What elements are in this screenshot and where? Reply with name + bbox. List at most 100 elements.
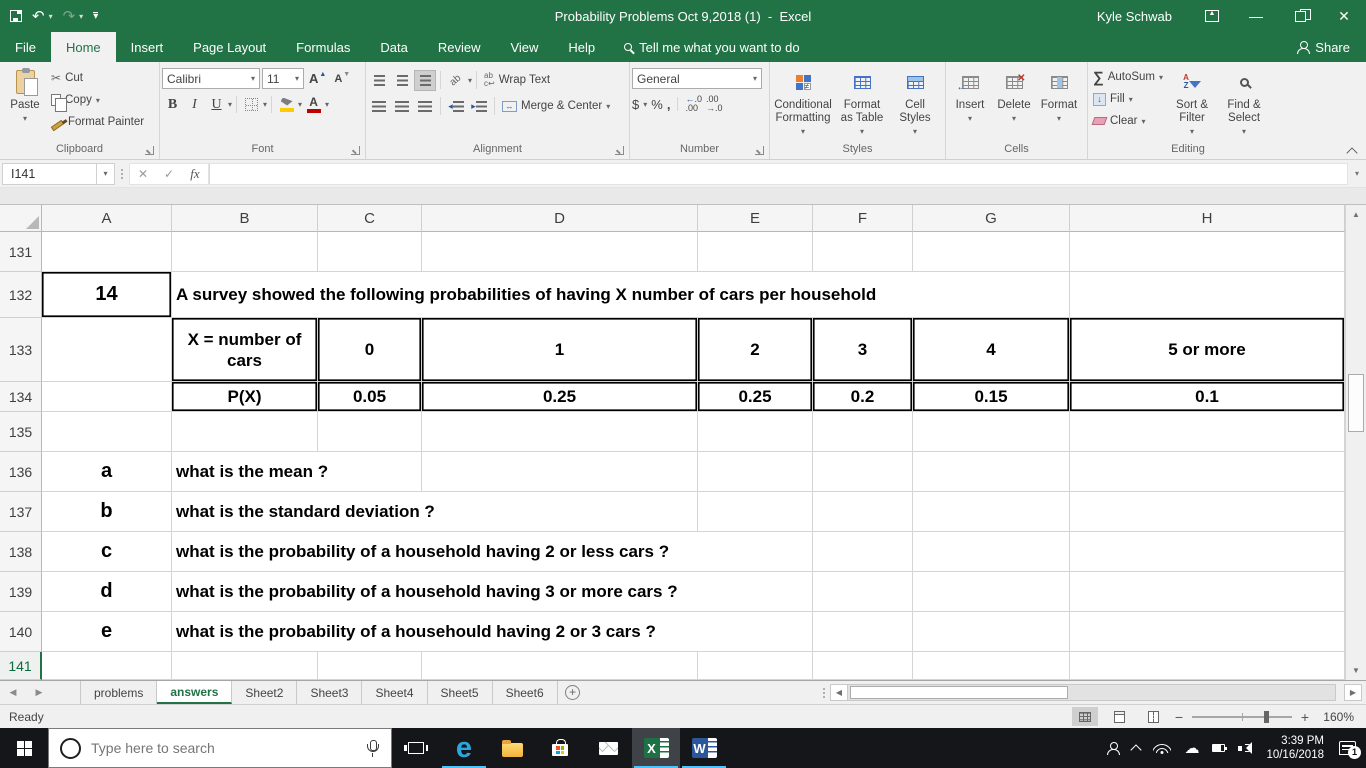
ribbon-tab-view[interactable]: View: [495, 32, 553, 62]
cell-F133[interactable]: 3: [813, 318, 913, 382]
cell-H141[interactable]: [1070, 652, 1345, 680]
comma-style-button[interactable]: ,: [667, 97, 671, 112]
font-size-select[interactable]: 11 ▾: [262, 68, 304, 89]
cell-B138[interactable]: what is the probability of a household h…: [172, 532, 813, 572]
taskbar-word[interactable]: W: [680, 728, 728, 768]
page-break-view-button[interactable]: [1140, 707, 1166, 726]
orientation-button[interactable]: ab: [445, 70, 467, 91]
cell-A136[interactable]: a: [42, 452, 172, 492]
row-header-131[interactable]: 131: [0, 232, 42, 272]
cell-A133[interactable]: [42, 318, 172, 382]
taskbar-clock[interactable]: 3:39 PM 10/16/2018: [1266, 734, 1324, 762]
autosum-button[interactable]: ∑ AutoSum ▾: [1090, 66, 1166, 88]
cell-D135[interactable]: [422, 412, 698, 452]
cell-G131[interactable]: [913, 232, 1070, 272]
number-dialog-launcher-icon[interactable]: [755, 146, 764, 155]
cell-F139[interactable]: [813, 572, 913, 612]
normal-view-button[interactable]: [1072, 707, 1098, 726]
cell-F134[interactable]: 0.2: [813, 382, 913, 412]
cell-G134[interactable]: 0.15: [913, 382, 1070, 412]
cell-D141[interactable]: [422, 652, 698, 680]
horizontal-scrollbar[interactable]: ◀ ▶: [830, 681, 1362, 704]
cell-H140[interactable]: [1070, 612, 1345, 652]
cell-E135[interactable]: [698, 412, 813, 452]
task-view-button[interactable]: [392, 728, 440, 768]
cell-G133[interactable]: 4: [913, 318, 1070, 382]
align-right-button[interactable]: [414, 96, 436, 117]
merge-center-button[interactable]: ↔ Merge & Center ▾: [499, 95, 613, 117]
ribbon-tab-page-layout[interactable]: Page Layout: [178, 32, 281, 62]
previous-sheet-icon[interactable]: ◀: [0, 681, 26, 704]
cell-B131[interactable]: [172, 232, 318, 272]
confirm-entry-icon[interactable]: ✓: [156, 167, 182, 181]
action-center-icon[interactable]: 1: [1339, 741, 1361, 759]
font-dialog-launcher-icon[interactable]: [351, 146, 360, 155]
accounting-dropdown-icon[interactable]: ▾: [643, 100, 647, 109]
sheet-tab-sheet2[interactable]: Sheet2: [232, 681, 298, 704]
bottom-align-button[interactable]: [414, 69, 436, 91]
fill-color-dropdown-icon[interactable]: ▾: [298, 100, 302, 109]
font-color-button[interactable]: A: [303, 94, 324, 115]
sheet-tab-sheet3[interactable]: Sheet3: [297, 681, 363, 704]
cell-G141[interactable]: [913, 652, 1070, 680]
cell-F141[interactable]: [813, 652, 913, 680]
cell-H137[interactable]: [1070, 492, 1345, 532]
cancel-entry-icon[interactable]: ✕: [130, 167, 156, 181]
cell-D134[interactable]: 0.25: [422, 382, 698, 412]
sort-filter-button[interactable]: AZ Sort & Filter ▾: [1166, 64, 1218, 138]
ribbon-tab-data[interactable]: Data: [365, 32, 422, 62]
ribbon-display-options-button[interactable]: ▲: [1190, 0, 1234, 32]
sheet-tab-sheet6[interactable]: Sheet6: [493, 681, 558, 704]
vertical-scroll-track[interactable]: [1346, 224, 1366, 661]
underline-button[interactable]: U: [206, 94, 227, 115]
borders-button[interactable]: [241, 94, 262, 115]
ribbon-tab-help[interactable]: Help: [553, 32, 610, 62]
percent-style-button[interactable]: %: [651, 97, 663, 112]
conditional-formatting-button[interactable]: ≠ Conditional Formatting ▾: [772, 64, 834, 138]
redo-dropdown-icon[interactable]: ▾: [79, 12, 83, 21]
clipboard-dialog-launcher-icon[interactable]: [145, 146, 154, 155]
cell-styles-button[interactable]: Cell Styles ▾: [890, 64, 940, 138]
cell-F138[interactable]: [813, 532, 913, 572]
format-cells-button[interactable]: Format ▾: [1036, 64, 1082, 125]
horizontal-scroll-thumb[interactable]: [850, 686, 1068, 699]
cell-A134[interactable]: [42, 382, 172, 412]
wrap-text-button[interactable]: ab c↩ Wrap Text: [481, 69, 553, 91]
cell-A141[interactable]: [42, 652, 172, 680]
cell-A135[interactable]: [42, 412, 172, 452]
row-header-132[interactable]: 132: [0, 272, 42, 318]
taskbar-mail[interactable]: [584, 728, 632, 768]
zoom-out-button[interactable]: −: [1174, 709, 1184, 725]
wifi-icon[interactable]: [1153, 742, 1172, 754]
share-button[interactable]: Share: [1296, 32, 1366, 62]
taskbar-file-explorer[interactable]: [488, 728, 536, 768]
row-header-135[interactable]: 135: [0, 412, 42, 452]
formula-bar-divider[interactable]: [115, 168, 129, 179]
fill-color-button[interactable]: [276, 94, 297, 115]
italic-button[interactable]: I: [184, 94, 205, 115]
cell-C141[interactable]: [318, 652, 422, 680]
onedrive-cloud-icon[interactable]: ☁: [1184, 741, 1199, 756]
cell-E131[interactable]: [698, 232, 813, 272]
show-hidden-icons-icon[interactable]: [1130, 744, 1143, 756]
sheet-tab-sheet4[interactable]: Sheet4: [362, 681, 428, 704]
find-select-button[interactable]: Find & Select ▾: [1218, 64, 1270, 138]
start-button[interactable]: [0, 728, 48, 768]
column-header-E[interactable]: E: [698, 205, 813, 232]
decrease-decimal-button[interactable]: .00 →.0: [706, 95, 723, 113]
ribbon-tab-insert[interactable]: Insert: [116, 32, 179, 62]
search-input[interactable]: [91, 740, 366, 756]
next-sheet-icon[interactable]: ▶: [26, 681, 52, 704]
center-button[interactable]: [391, 96, 413, 117]
cut-button[interactable]: ✂ Cut: [48, 67, 147, 89]
cell-A132[interactable]: 14: [42, 272, 172, 318]
cell-D131[interactable]: [422, 232, 698, 272]
save-icon[interactable]: [10, 10, 22, 22]
taskbar-edge[interactable]: e: [440, 728, 488, 768]
microphone-icon[interactable]: [366, 739, 379, 757]
cell-A137[interactable]: b: [42, 492, 172, 532]
cell-B135[interactable]: [172, 412, 318, 452]
people-icon[interactable]: [1106, 741, 1121, 755]
row-header-134[interactable]: 134: [0, 382, 42, 412]
format-painter-button[interactable]: Format Painter: [48, 111, 147, 133]
